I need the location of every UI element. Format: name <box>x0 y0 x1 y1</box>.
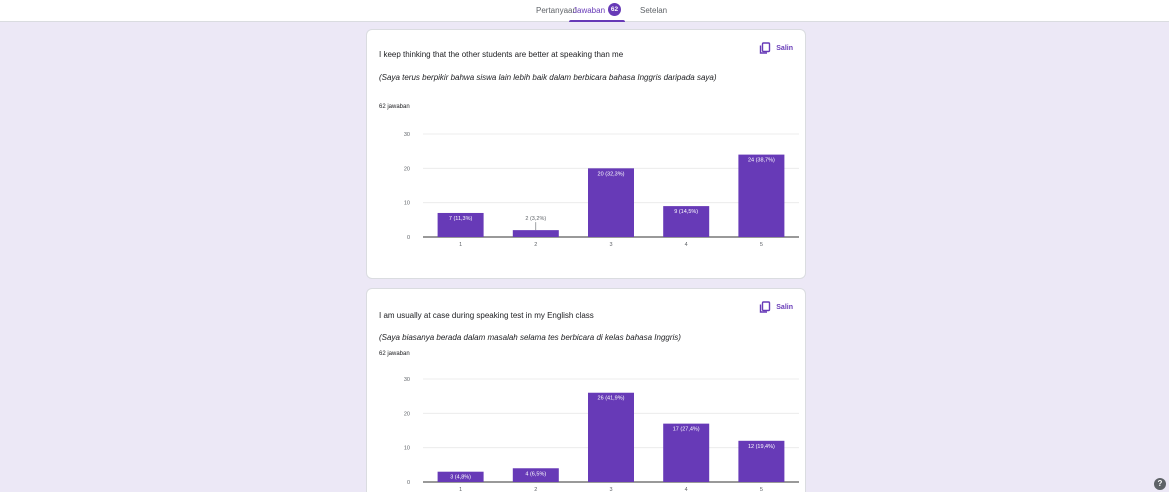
y-tick-label: 20 <box>404 411 410 417</box>
bar-data-label: 20 (32,3%) <box>598 171 625 177</box>
y-tick-label: 0 <box>407 235 410 241</box>
bar-data-label: 2 (3,2%) <box>525 216 546 222</box>
x-tick-label: 2 <box>534 487 537 492</box>
bar-chart: 0 10 20 30 3 (4,8%) 1 4 (6,5%) 2 26 (41,9%) 3 17 (… <box>404 377 799 492</box>
x-tick-label: 1 <box>459 487 462 492</box>
x-tick-label: 2 <box>534 242 537 248</box>
x-tick-label: 5 <box>760 242 763 248</box>
bar <box>738 154 785 237</box>
bar <box>588 392 634 482</box>
bar-data-label: 24 (38,7%) <box>748 158 775 164</box>
x-tick-label: 5 <box>760 487 763 492</box>
bar-data-label: 7 (11,3%) <box>449 216 473 222</box>
bar-chart: 0 10 20 30 7 (11,3%) 1 2 (3,2%) 2 20 (32,3%) 3 9 (… <box>404 132 799 248</box>
active-tab-indicator <box>569 20 626 22</box>
responses-count-badge: 62 <box>608 3 622 17</box>
x-tick-label: 1 <box>459 242 462 248</box>
tab-responses[interactable]: Jawaban 62 <box>569 0 626 22</box>
top-tab-bar: Pertanyaan Jawaban 62 Setelan <box>0 0 1169 22</box>
y-tick-label: 20 <box>404 166 410 172</box>
x-tick-label: 4 <box>685 242 688 248</box>
bar-data-label: 3 (4,8%) <box>450 475 471 481</box>
help-icon[interactable]: ? <box>1154 478 1166 490</box>
y-tick-label: 30 <box>404 132 410 138</box>
y-tick-label: 30 <box>404 377 410 383</box>
y-tick-label: 10 <box>404 201 410 207</box>
x-tick-label: 3 <box>609 242 612 248</box>
bar-data-label: 9 (14,5%) <box>674 209 698 215</box>
bar <box>512 230 559 237</box>
bar-data-label: 26 (41,9%) <box>598 396 625 402</box>
bar-data-label: 12 (19,4%) <box>748 444 775 450</box>
bar-data-label: 17 (27,4%) <box>673 427 700 433</box>
y-tick-label: 0 <box>407 480 410 486</box>
x-tick-label: 3 <box>609 487 612 492</box>
tab-responses-label: Jawaban <box>573 6 606 15</box>
y-tick-label: 10 <box>404 446 410 452</box>
question-summary-card-1: Salin I keep thinking that the other stu… <box>366 29 806 279</box>
question-summary-card-2: Salin I am usually at case during speaki… <box>366 288 806 492</box>
bar <box>588 168 634 237</box>
tab-settings[interactable]: Setelan <box>640 0 667 22</box>
x-tick-label: 4 <box>685 487 688 492</box>
bar-data-label: 4 (6,5%) <box>525 471 546 477</box>
